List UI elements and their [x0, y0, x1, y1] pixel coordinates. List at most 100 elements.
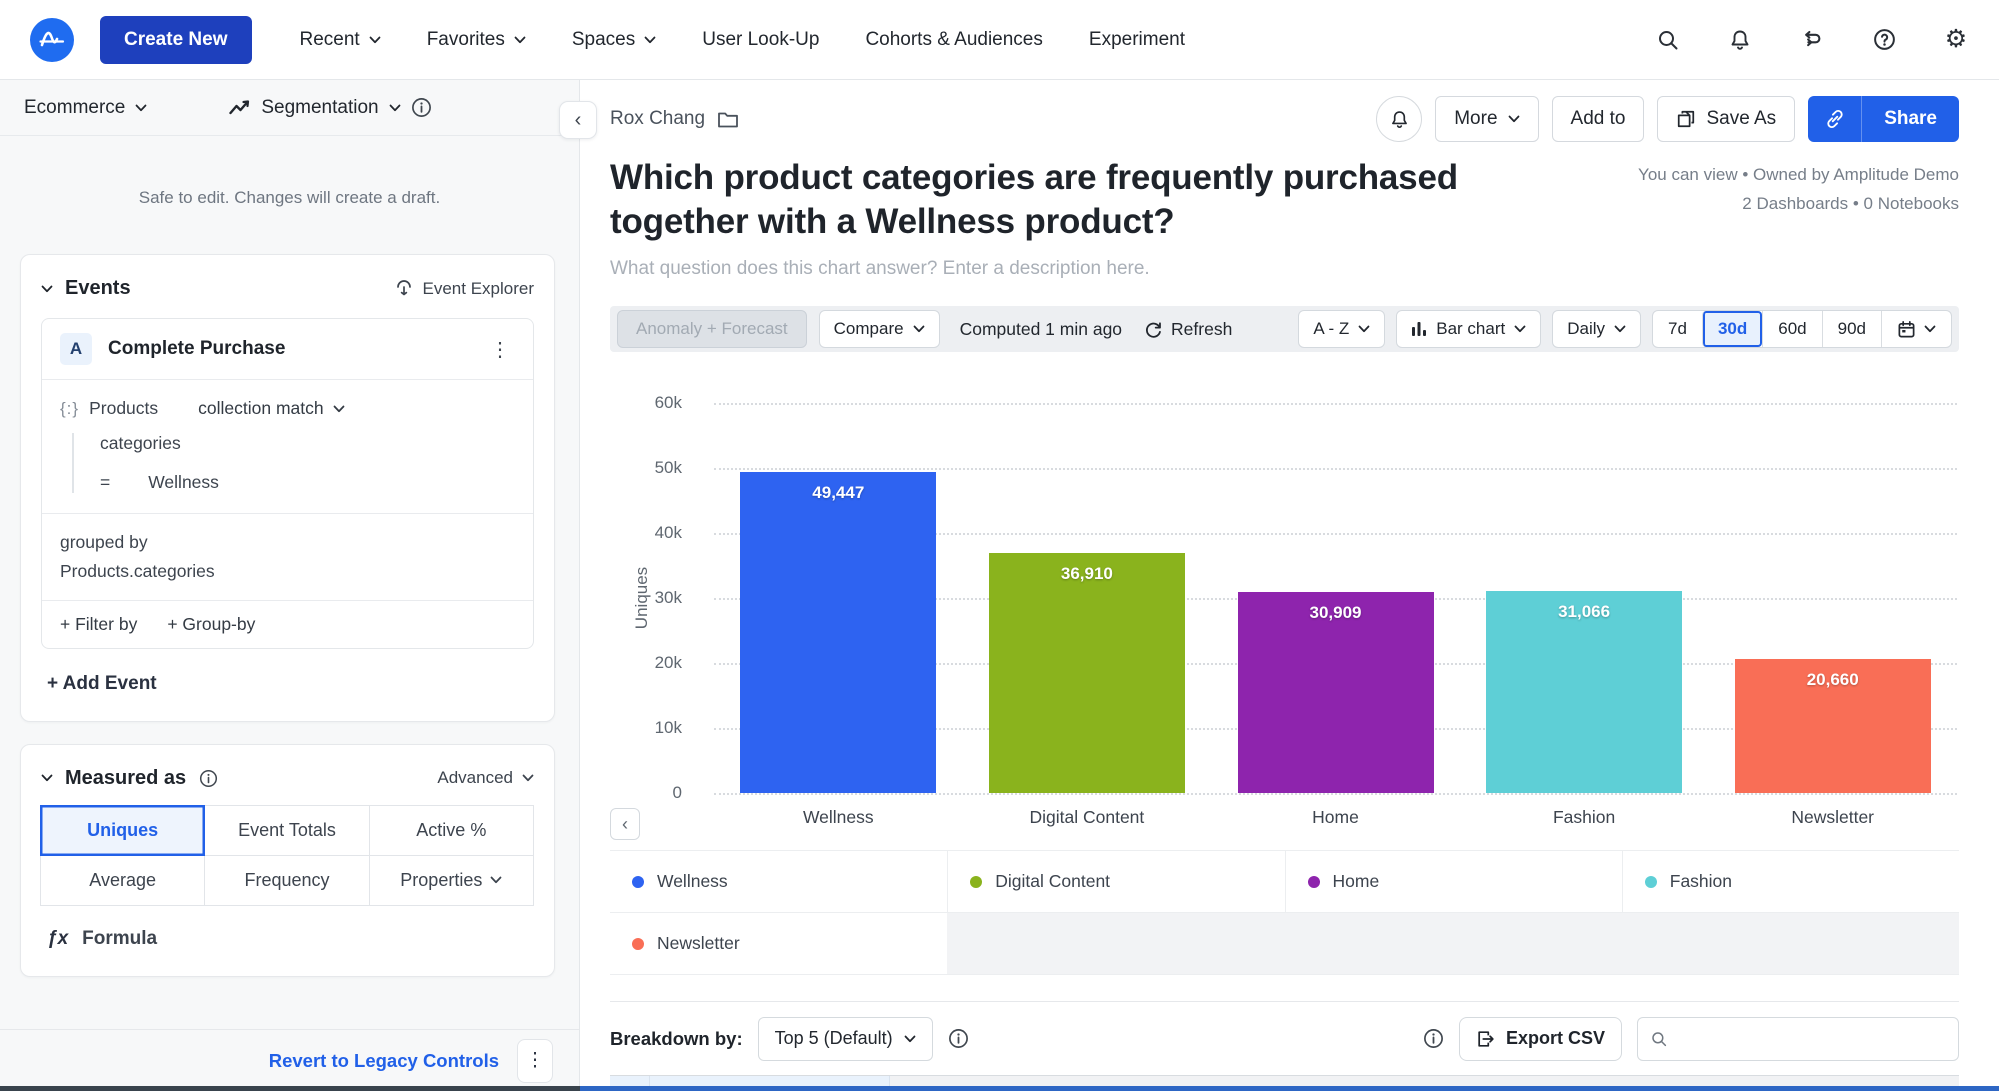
chevron-down-icon: [904, 1035, 916, 1043]
help-icon[interactable]: [1871, 27, 1897, 53]
legend-item-digital-content[interactable]: Digital Content: [947, 851, 1284, 913]
range-7d[interactable]: 7d: [1653, 311, 1702, 347]
share-button[interactable]: Share: [1862, 96, 1959, 142]
breadcrumb[interactable]: Rox Chang: [610, 108, 739, 130]
legend-item-newsletter[interactable]: Newsletter: [610, 913, 947, 975]
measured-option-properties[interactable]: Properties: [369, 855, 534, 906]
equals-operator[interactable]: =: [100, 472, 110, 493]
draft-notice: Safe to edit. Changes will create a draf…: [0, 188, 579, 208]
y-tick-label: 60k: [610, 393, 682, 413]
journeys-icon[interactable]: [1799, 27, 1825, 53]
chevron-down-icon: [1358, 325, 1370, 333]
nav-item-spaces[interactable]: Spaces: [572, 29, 656, 51]
event-kebab-menu[interactable]: ⋮: [486, 337, 515, 362]
gridline: [714, 468, 1957, 470]
nav-item-label: Spaces: [572, 29, 635, 51]
sort-dropdown[interactable]: A - Z: [1298, 310, 1385, 348]
legend-item-home[interactable]: Home: [1285, 851, 1622, 913]
search-icon[interactable]: [1655, 27, 1681, 53]
property-operator-dropdown[interactable]: collection match: [198, 398, 344, 419]
save-as-button[interactable]: Save As: [1657, 96, 1795, 142]
measured-as-title: Measured as: [65, 767, 186, 790]
grouped-by-label: grouped by: [60, 528, 515, 557]
save-as-label: Save As: [1706, 108, 1776, 130]
property-field[interactable]: categories: [100, 433, 515, 454]
copy-link-icon[interactable]: [1808, 96, 1862, 142]
x-tick-label: Fashion: [1460, 807, 1709, 828]
add-filter-button[interactable]: + Filter by: [60, 614, 137, 635]
measured-as-panel: Measured as Advanced Uniques Event Totals…: [20, 744, 555, 977]
description-placeholder[interactable]: What question does this chart answer? En…: [610, 258, 1959, 280]
usage-text: 2 Dashboards • 0 Notebooks: [1638, 189, 1959, 218]
bar-value-label: 30,909: [1238, 603, 1434, 623]
measured-option-average[interactable]: Average: [40, 855, 205, 906]
formula-button[interactable]: ƒx Formula: [47, 928, 534, 950]
event-letter-badge: A: [60, 333, 92, 365]
chevron-down-icon: [644, 36, 656, 44]
chart-type-dropdown[interactable]: Bar chart: [1396, 310, 1541, 348]
calendar-icon: [1897, 320, 1916, 339]
legend-label: Wellness: [657, 871, 728, 892]
legend-item-fashion[interactable]: Fashion: [1622, 851, 1959, 913]
settings-gear-icon[interactable]: ⚙: [1943, 27, 1969, 53]
space-label: Ecommerce: [24, 97, 125, 119]
nav-item-cohorts-audiences[interactable]: Cohorts & Audiences: [865, 29, 1042, 51]
range-30d[interactable]: 30d: [1702, 311, 1762, 347]
collapse-sidebar-button[interactable]: ‹: [559, 101, 597, 139]
chart-alert-bell-button[interactable]: [1376, 96, 1422, 142]
grouped-by-section[interactable]: grouped by Products.categories: [42, 513, 533, 600]
legend-item-wellness[interactable]: Wellness: [610, 851, 947, 913]
notifications-bell-icon[interactable]: [1727, 27, 1753, 53]
measured-option-active[interactable]: Active %: [369, 805, 534, 856]
measured-option-uniques[interactable]: Uniques: [40, 805, 205, 856]
advanced-dropdown[interactable]: Advanced: [437, 768, 534, 788]
gridline: [714, 793, 1957, 795]
chevron-down-icon: [369, 36, 381, 44]
refresh-button[interactable]: Refresh: [1144, 319, 1232, 340]
property-value[interactable]: Wellness: [148, 472, 219, 493]
bar-digital-content[interactable]: [989, 553, 1185, 793]
property-name: Products: [89, 398, 158, 419]
breakdown-dropdown[interactable]: Top 5 (Default): [758, 1017, 933, 1061]
collapse-axis-button[interactable]: ‹: [610, 808, 640, 840]
range-90d[interactable]: 90d: [1822, 311, 1881, 347]
chevron-down-icon: [135, 104, 147, 112]
table-search-input[interactable]: [1677, 1029, 1946, 1049]
info-icon[interactable]: [948, 1028, 969, 1049]
range-60d[interactable]: 60d: [1762, 311, 1821, 347]
nav-item-experiment[interactable]: Experiment: [1089, 29, 1185, 51]
measured-option-label: Uniques: [87, 820, 158, 841]
sidebar-kebab-menu[interactable]: ⋮: [517, 1039, 553, 1083]
event-row[interactable]: A Complete Purchase ⋮: [42, 319, 533, 379]
chart-mode-selector[interactable]: Segmentation: [229, 97, 400, 119]
nav-item-recent[interactable]: Recent: [300, 29, 381, 51]
measured-option-event-totals[interactable]: Event Totals: [204, 805, 369, 856]
chart-main-panel: Rox Chang More Add to Save As Share: [580, 80, 1999, 1091]
anomaly-forecast-button[interactable]: Anomaly + Forecast: [617, 310, 807, 348]
create-new-button[interactable]: Create New: [100, 16, 252, 64]
more-button[interactable]: More: [1435, 96, 1538, 142]
chevron-down-icon: [913, 325, 925, 333]
compare-dropdown[interactable]: Compare: [819, 310, 940, 348]
page-title[interactable]: Which product categories are frequently …: [610, 156, 1490, 244]
info-icon[interactable]: [198, 768, 219, 789]
bar-wellness[interactable]: [740, 472, 936, 793]
export-csv-button[interactable]: Export CSV: [1459, 1017, 1622, 1061]
add-to-button[interactable]: Add to: [1552, 96, 1645, 142]
nav-item-user-look-up[interactable]: User Look-Up: [702, 29, 819, 51]
measured-option-frequency[interactable]: Frequency: [204, 855, 369, 906]
event-explorer-button[interactable]: Event Explorer: [394, 279, 535, 299]
nav-item-favorites[interactable]: Favorites: [427, 29, 526, 51]
revert-legacy-link[interactable]: Revert to Legacy Controls: [269, 1050, 499, 1072]
amplitude-app: Create New Recent Favorites Spaces User Loo…: [0, 0, 1999, 1091]
measured-options-grid: Uniques Event TotalsActive % AverageFreque…: [41, 806, 534, 906]
calendar-dropdown[interactable]: [1881, 311, 1951, 347]
granularity-dropdown[interactable]: Daily: [1552, 310, 1641, 348]
add-groupby-button[interactable]: + Group-by: [167, 614, 255, 635]
amplitude-logo-icon[interactable]: [30, 18, 74, 62]
info-icon[interactable]: [411, 97, 432, 118]
space-selector[interactable]: Ecommerce: [24, 97, 147, 119]
info-icon[interactable]: [1423, 1028, 1444, 1049]
folder-icon: [717, 110, 739, 129]
add-event-button[interactable]: + Add Event: [47, 673, 534, 695]
